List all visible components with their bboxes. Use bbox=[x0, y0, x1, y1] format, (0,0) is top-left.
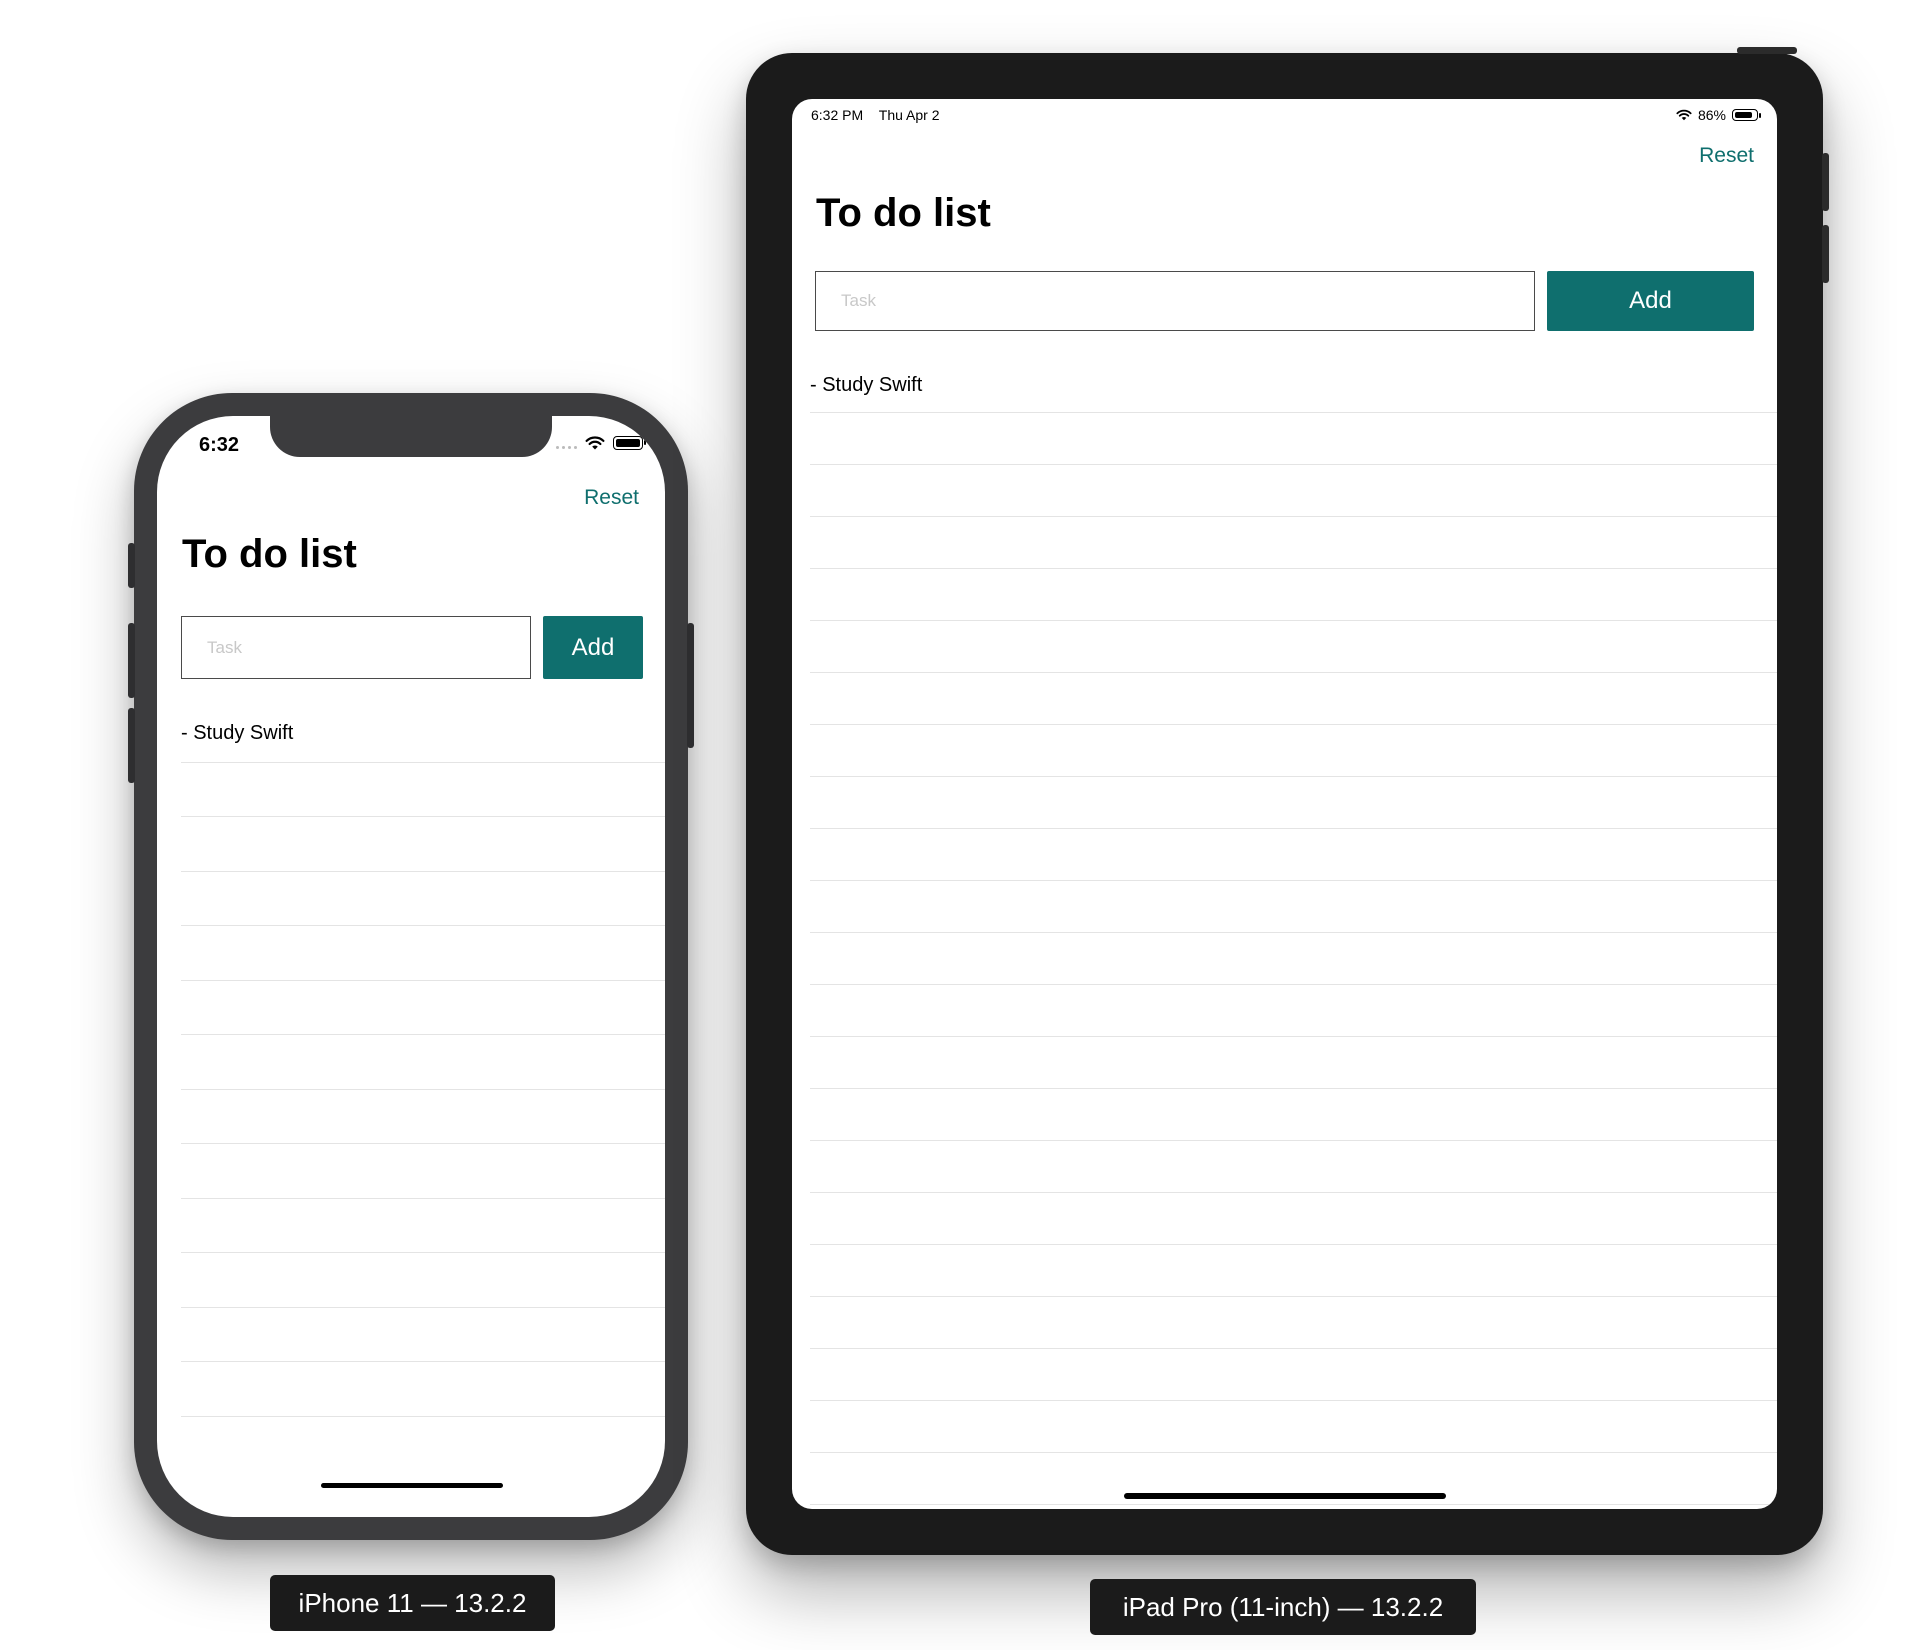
home-indicator[interactable] bbox=[321, 1483, 503, 1488]
page-title: To do list bbox=[816, 191, 991, 235]
list-item-empty bbox=[181, 1308, 665, 1362]
list-item-empty bbox=[181, 1144, 665, 1199]
list-item-empty bbox=[810, 1089, 1777, 1141]
iphone-volume-up-button bbox=[128, 623, 135, 698]
list-item-empty bbox=[810, 985, 1777, 1037]
iphone-simulator: 6:32 Reset To do list Add - Study Swift bbox=[128, 393, 694, 1540]
list-item-empty bbox=[181, 926, 665, 981]
ipad-device-label: iPad Pro (11-inch) — 13.2.2 bbox=[1090, 1579, 1476, 1635]
task-input[interactable] bbox=[181, 616, 531, 679]
ipad-volume-up-button bbox=[1822, 153, 1829, 211]
list-item-empty bbox=[810, 829, 1777, 881]
ipad-status-bar: 6:32 PM Thu Apr 2 86% bbox=[811, 105, 1761, 125]
task-list: - Study Swift bbox=[181, 708, 665, 1417]
list-item-empty bbox=[810, 1349, 1777, 1401]
ipad-status-date: Thu Apr 2 bbox=[878, 107, 940, 123]
list-item-empty bbox=[810, 1245, 1777, 1297]
list-item-empty bbox=[181, 1253, 665, 1308]
list-item-empty bbox=[810, 465, 1777, 517]
ipad-status-right: 86% bbox=[1676, 107, 1761, 123]
list-item-empty bbox=[810, 517, 1777, 569]
list-item-empty bbox=[810, 673, 1777, 725]
list-item[interactable]: - Study Swift bbox=[810, 361, 1777, 413]
list-item-empty bbox=[810, 413, 1777, 465]
battery-icon bbox=[1732, 109, 1761, 121]
reset-button[interactable]: Reset bbox=[1699, 144, 1754, 168]
add-button[interactable]: Add bbox=[543, 616, 643, 679]
list-item-empty bbox=[810, 881, 1777, 933]
battery-icon bbox=[613, 436, 646, 450]
list-item-empty bbox=[810, 1297, 1777, 1349]
wifi-icon bbox=[585, 436, 605, 450]
list-item-empty bbox=[181, 1090, 665, 1144]
ipad-volume-down-button bbox=[1822, 225, 1829, 283]
ipad-status-left: 6:32 PM Thu Apr 2 bbox=[811, 107, 951, 123]
list-item-empty bbox=[810, 933, 1777, 985]
list-item[interactable]: - Study Swift bbox=[181, 708, 665, 763]
iphone-screen: 6:32 Reset To do list Add - Study Swift bbox=[157, 416, 665, 1517]
list-item-empty bbox=[181, 981, 665, 1035]
list-item-empty bbox=[181, 872, 665, 926]
iphone-status-time: 6:32 bbox=[199, 434, 240, 456]
list-item-empty bbox=[810, 777, 1777, 829]
ipad-simulator: 6:32 PM Thu Apr 2 86% Reset To do list A… bbox=[746, 47, 1829, 1555]
iphone-mute-switch bbox=[128, 543, 135, 588]
list-item-empty bbox=[181, 1035, 665, 1090]
task-input[interactable] bbox=[815, 271, 1535, 331]
ipad-status-time: 6:32 PM bbox=[811, 107, 864, 123]
cellular-signal-icon bbox=[556, 445, 577, 449]
add-button[interactable]: Add bbox=[1547, 271, 1754, 331]
ipad-top-button bbox=[1737, 47, 1797, 54]
list-item-empty bbox=[810, 1193, 1777, 1245]
iphone-notch bbox=[270, 416, 552, 457]
wifi-icon bbox=[1676, 109, 1692, 121]
home-indicator[interactable] bbox=[1124, 1493, 1446, 1499]
list-item-empty bbox=[181, 1199, 665, 1253]
list-item-empty bbox=[810, 569, 1777, 621]
list-item-empty bbox=[181, 817, 665, 872]
list-item-empty bbox=[810, 1401, 1777, 1453]
ipad-screen: 6:32 PM Thu Apr 2 86% Reset To do list A… bbox=[792, 99, 1777, 1509]
iphone-power-button bbox=[687, 623, 694, 748]
reset-button[interactable]: Reset bbox=[584, 486, 639, 510]
list-item-empty bbox=[181, 1362, 665, 1417]
iphone-device-label: iPhone 11 — 13.2.2 bbox=[270, 1575, 555, 1631]
task-list: - Study Swift bbox=[810, 361, 1777, 1505]
iphone-status-icons bbox=[556, 436, 646, 450]
list-item-empty bbox=[181, 763, 665, 817]
list-item-empty bbox=[810, 621, 1777, 673]
list-item-empty bbox=[810, 1037, 1777, 1089]
page-title: To do list bbox=[182, 532, 357, 576]
iphone-volume-down-button bbox=[128, 708, 135, 783]
list-item-empty bbox=[810, 1141, 1777, 1193]
list-item-empty bbox=[810, 725, 1777, 777]
ipad-battery-percent: 86% bbox=[1697, 107, 1726, 123]
